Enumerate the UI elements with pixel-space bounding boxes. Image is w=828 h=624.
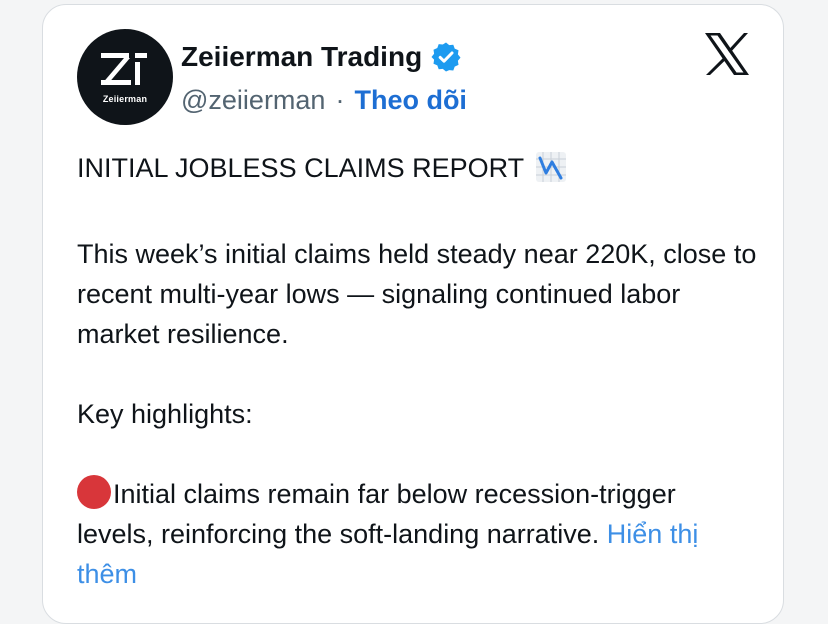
verified-badge-icon: [430, 41, 462, 73]
follow-button[interactable]: Theo dõi: [354, 85, 466, 116]
author-name-row: Zeiierman Trading: [181, 37, 462, 77]
author-handle[interactable]: @zeiierman: [181, 85, 325, 116]
author-display-name[interactable]: Zeiierman Trading: [181, 41, 422, 73]
post-title: INITIAL JOBLESS CLAIMS REPORT: [77, 153, 524, 183]
post-paragraph-1: This week’s initial claims held steady n…: [77, 239, 757, 349]
post-paragraph-2: Key highlights:: [77, 399, 253, 429]
chart-decreasing-icon: [535, 151, 567, 194]
separator-dot: ·: [335, 84, 345, 115]
avatar-text: Zeiierman: [102, 94, 148, 104]
post-card[interactable]: Zeiierman Zeiierman Trading @zeiierman ·…: [42, 4, 784, 624]
post-highlight-1-line: Initial claims remain far below recessio…: [77, 474, 757, 594]
post-title-line: INITIAL JOBLESS CLAIMS REPORT: [77, 148, 757, 194]
red-circle-icon: [77, 475, 111, 509]
zeiierman-logo-icon: [101, 53, 147, 85]
author-handle-row: @zeiierman · Theo dõi: [181, 81, 467, 119]
avatar[interactable]: Zeiierman: [77, 29, 173, 125]
post-highlight-1: Initial claims remain far below recessio…: [77, 479, 676, 549]
x-logo-icon[interactable]: [703, 31, 751, 77]
post-body: INITIAL JOBLESS CLAIMS REPORT This week’…: [77, 148, 757, 594]
